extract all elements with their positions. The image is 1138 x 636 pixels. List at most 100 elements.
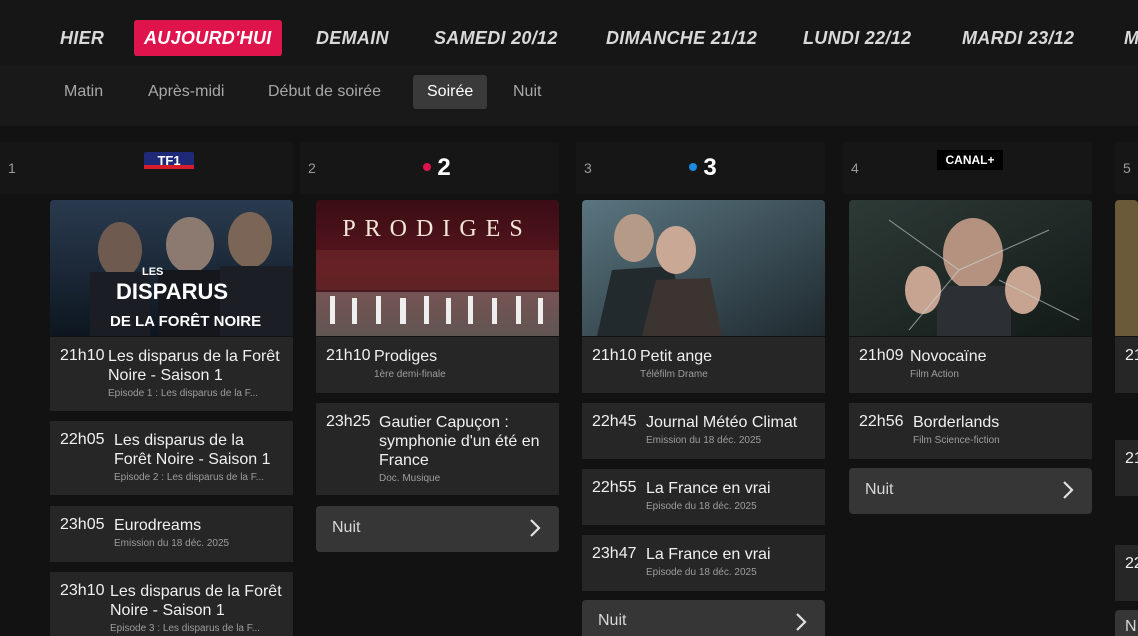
france3-logo: 3 <box>689 154 717 181</box>
tab-lundi[interactable]: LUNDI 22/12 <box>803 20 911 56</box>
tab-demain[interactable]: DEMAIN <box>316 20 389 56</box>
nuit-button[interactable]: Nuit <box>582 600 825 636</box>
program-title: Novocaïne <box>910 348 987 365</box>
program-card[interactable]: 21 <box>1115 337 1138 393</box>
program-title: Les disparus de la Forêt Noire - Saison … <box>114 432 271 468</box>
nuit-button[interactable]: Nuit <box>849 468 1092 514</box>
france2-logo: 2 <box>423 154 451 181</box>
svg-text:LES: LES <box>142 266 163 278</box>
program-time: 22 <box>1125 555 1138 572</box>
program-card[interactable]: 21h10 Prodiges 1ère demi-finale <box>316 337 559 393</box>
slot-soiree[interactable]: Soirée <box>413 75 488 109</box>
nuit-button[interactable]: Nuit <box>316 506 559 552</box>
channel-header-4: 4 CANAL+ <box>843 142 1092 194</box>
nuit-label: Nuit <box>865 481 894 498</box>
program-subtitle: Téléfilm Drame <box>640 369 708 380</box>
channel-number: 1 <box>8 160 16 176</box>
thumbnail-channel-5[interactable] <box>1115 200 1138 336</box>
program-subtitle: Episode 3 : Les disparus de la F... <box>110 623 261 634</box>
tab-hier[interactable]: HIER <box>60 20 104 56</box>
program-card[interactable]: 21h10 Les disparus de la Forêt Noire - S… <box>50 337 293 411</box>
day-tabs: HIER AUJOURD'HUI DEMAIN SAMEDI 20/12 DIM… <box>0 0 1138 66</box>
tab-samedi[interactable]: SAMEDI 20/12 <box>434 20 558 56</box>
thumbnail-prodiges[interactable]: PRODIGES <box>316 200 559 336</box>
canal-plus-logo: CANAL+ <box>937 150 1003 170</box>
chevron-right-icon <box>1063 481 1074 499</box>
nuit-button[interactable]: N <box>1115 610 1138 636</box>
program-card[interactable]: 21h10 Petit ange Téléfilm Drame <box>582 337 825 393</box>
program-card[interactable]: 22h55 La France en vrai Episode du 18 dé… <box>582 469 825 525</box>
program-subtitle: 1ère demi-finale <box>374 369 446 380</box>
program-time: 21h10 <box>326 347 371 364</box>
prodiges-poster: PRODIGES <box>316 200 559 336</box>
program-card[interactable]: 23h47 La France en vrai Episode du 18 dé… <box>582 535 825 591</box>
program-time: 21h10 <box>592 347 637 364</box>
program-card[interactable]: 23h25 Gautier Capuçon : symphonie d'un é… <box>316 403 559 495</box>
nuit-label: Nuit <box>332 519 361 536</box>
thumbnail-petit-ange[interactable] <box>582 200 825 336</box>
program-subtitle: Episode du 18 déc. 2025 <box>646 567 757 578</box>
chevron-right-icon <box>530 519 541 537</box>
program-card[interactable]: 22h45 Journal Météo Climat Emission du 1… <box>582 403 825 459</box>
slot-apres-midi[interactable]: Après-midi <box>134 75 238 109</box>
program-card[interactable]: 21 <box>1115 440 1138 496</box>
program-card[interactable]: 22h05 Les disparus de la Forêt Noire - S… <box>50 421 293 495</box>
program-time: 22h45 <box>592 413 637 430</box>
thumbnail-novocaine[interactable] <box>849 200 1092 336</box>
program-time: 21 <box>1125 347 1138 364</box>
program-time: 21h10 <box>60 347 105 364</box>
program-subtitle: Episode 2 : Les disparus de la F... <box>114 472 265 483</box>
channel-5-poster <box>1115 200 1138 336</box>
program-time: 23h25 <box>326 413 371 430</box>
svg-text:TF1: TF1 <box>157 153 180 168</box>
channel-header-2: 2 2 <box>300 142 559 194</box>
chevron-right-icon <box>796 613 807 631</box>
tf1-logo: TF1 <box>144 152 194 169</box>
petit-ange-poster <box>582 200 825 336</box>
svg-text:DISPARUS: DISPARUS <box>116 279 228 304</box>
program-time: 23h47 <box>592 545 637 562</box>
channel-header-1: 1 TF1 <box>0 142 293 194</box>
les-disparus-poster: LES DISPARUS DE LA FORÊT NOIRE <box>50 200 293 336</box>
svg-text:3: 3 <box>703 154 716 181</box>
time-slot-tabs: Matin Après-midi Début de soirée Soirée … <box>0 66 1138 126</box>
program-subtitle: Film Action <box>910 369 959 380</box>
channel-number: 4 <box>851 160 859 176</box>
tab-dimanche[interactable]: DIMANCHE 21/12 <box>606 20 757 56</box>
tab-mercredi[interactable]: M <box>1124 20 1138 56</box>
channel-header-5: 5 <box>1115 142 1138 194</box>
program-time: 23h10 <box>60 582 105 599</box>
program-subtitle: Doc. Musique <box>379 473 441 484</box>
program-title: Eurodreams <box>114 517 202 534</box>
program-title: La France en vrai <box>646 480 771 497</box>
novocaine-poster <box>849 200 1092 336</box>
channel-number: 3 <box>584 160 592 176</box>
program-title: Journal Météo Climat <box>646 414 798 431</box>
program-card[interactable]: 22 <box>1115 545 1138 601</box>
thumbnail-les-disparus[interactable]: LES DISPARUS DE LA FORÊT NOIRE <box>50 200 293 336</box>
program-subtitle: Emission du 18 déc. 2025 <box>114 538 230 549</box>
slot-nuit[interactable]: Nuit <box>499 75 555 109</box>
program-time: 21 <box>1125 450 1138 467</box>
program-card[interactable]: 23h10 Les disparus de la Forêt Noire - S… <box>50 572 293 636</box>
program-title: Borderlands <box>913 414 1000 431</box>
program-title: Prodiges <box>374 348 438 365</box>
slot-debut-soiree[interactable]: Début de soirée <box>254 75 395 109</box>
nuit-label: N <box>1125 618 1137 635</box>
nuit-label: Nuit <box>598 612 627 629</box>
program-title: Gautier Capuçon : symphonie d'un été en … <box>379 414 540 469</box>
tab-aujourdhui[interactable]: AUJOURD'HUI <box>134 20 282 56</box>
program-time: 22h56 <box>859 413 904 430</box>
program-card[interactable]: 23h05 Eurodreams Emission du 18 déc. 202… <box>50 506 293 562</box>
tab-mardi[interactable]: MARDI 23/12 <box>962 20 1074 56</box>
program-card[interactable]: 22h56 Borderlands Film Science-fiction <box>849 403 1092 459</box>
channel-header-3: 3 3 <box>576 142 825 194</box>
svg-text:DE LA FORÊT NOIRE: DE LA FORÊT NOIRE <box>110 312 261 330</box>
program-card[interactable]: 21h09 Novocaïne Film Action <box>849 337 1092 393</box>
channel-number: 2 <box>308 160 316 176</box>
svg-text:2: 2 <box>437 154 450 181</box>
program-subtitle: Episode du 18 déc. 2025 <box>646 501 757 512</box>
program-subtitle: Episode 1 : Les disparus de la F... <box>108 388 259 399</box>
slot-matin[interactable]: Matin <box>50 75 117 109</box>
program-time: 23h05 <box>60 516 105 533</box>
